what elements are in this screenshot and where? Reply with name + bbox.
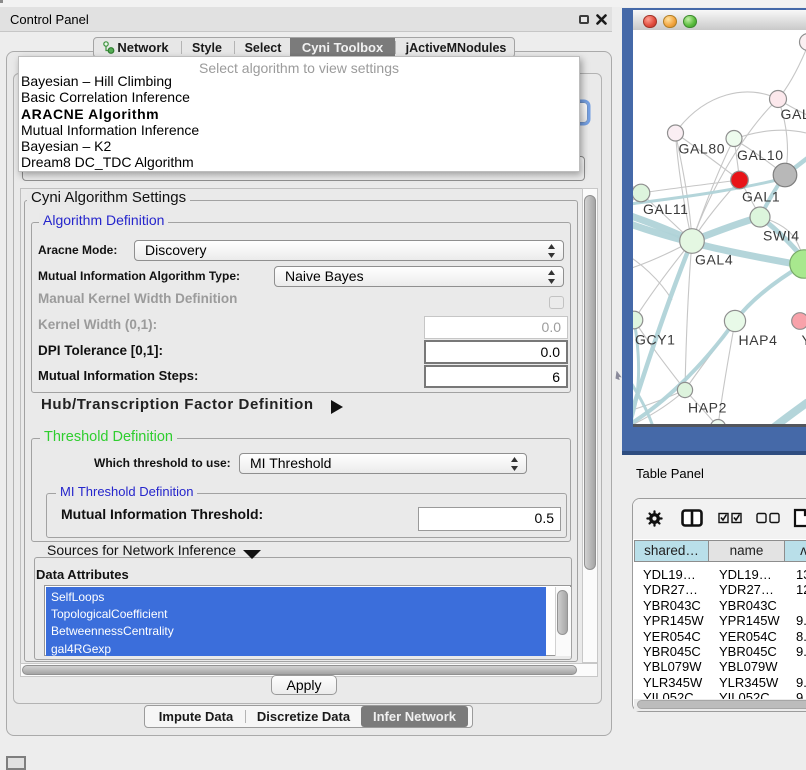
- svg-text:YJ: YJ: [802, 332, 806, 348]
- svg-text:SWI4: SWI4: [763, 228, 800, 244]
- svg-text:GCY1: GCY1: [635, 332, 676, 348]
- svg-text:GAL1: GAL1: [742, 189, 780, 205]
- svg-text:GAL4: GAL4: [695, 252, 733, 268]
- svg-text:GAL10: GAL10: [737, 147, 784, 163]
- svg-text:GAL80: GAL80: [679, 141, 726, 157]
- svg-text:HAP2: HAP2: [688, 400, 727, 416]
- svg-text:HAP4: HAP4: [739, 332, 778, 348]
- svg-text:GAL11: GAL11: [643, 201, 689, 217]
- svg-text:GAL7: GAL7: [781, 106, 806, 122]
